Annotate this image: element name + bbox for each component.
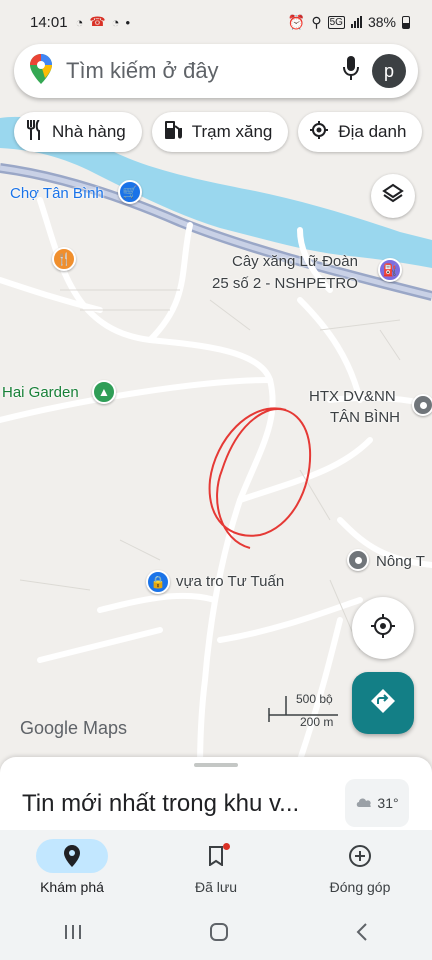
more-dot-icon: • [125,14,131,30]
battery-icon [402,15,410,29]
notification-dot [223,843,230,850]
missed-call-icon: ☎ [89,14,106,29]
place-label-cay-xang-2[interactable]: 25 số 2 - NSHPETRO [212,275,358,292]
bookmark-icon [180,839,252,873]
weather-temp: 31° [377,795,399,811]
fuel-pin-icon[interactable]: ⛽ [378,258,402,282]
place-label-cay-xang-1[interactable]: Cây xăng Lữ Đoàn [232,253,358,270]
notification-icons: ◔ ☎ ◔ • [76,14,130,30]
place-label-hai-garden[interactable]: Hai Garden [2,384,79,401]
scale-metric: 200 m [300,715,334,729]
nav-label-contribute: Đóng góp [329,879,391,895]
battery-text: 38% [367,14,396,30]
recent-apps-icon[interactable] [63,923,83,946]
bottom-navigation: Khám phá Đã lưu Đóng góp [0,830,432,908]
place-label-cho-tan-binh[interactable]: Chợ Tân Bình [10,185,104,202]
grey-place-pin-icon[interactable] [412,394,432,416]
sheet-title[interactable]: Tin mới nhất trong khu v... [22,790,338,818]
explore-pin-icon [36,839,108,873]
chip-label-landmarks: Địa danh [338,122,407,141]
place-label-vua-tro[interactable]: vựa tro Tư Tuấn [176,573,284,590]
back-icon[interactable] [355,922,369,947]
nav-label-saved: Đã lưu [194,879,238,895]
maps-pin-logo-icon [30,53,52,89]
market-pin-icon[interactable]: 🛒 [118,180,142,204]
map-scale: 500 bộ 200 m [268,690,338,730]
restaurant-icon [26,118,42,145]
place-label-nong-t[interactable]: Nông T [376,553,425,570]
shop-pin-icon[interactable]: 🔒 [146,570,170,594]
place-label-htx-2[interactable]: TÂN BÌNH [330,409,400,426]
chip-label-restaurants: Nhà hàng [52,122,126,141]
chip-label-gas: Trạm xăng [191,122,273,141]
park-pin-icon[interactable]: ▲ [92,380,116,404]
alarm-icon: ⏰ [287,13,306,30]
nav-saved[interactable]: Đã lưu [144,830,288,908]
microphone-icon[interactable] [342,55,360,87]
messenger-icon: ◔ [75,14,84,30]
signal-icon [350,16,362,28]
category-chips: Nhà hàng Trạm xăng Địa danh [14,112,423,152]
crosshair-icon [370,613,396,644]
home-icon[interactable] [209,922,229,947]
chip-restaurants[interactable]: Nhà hàng [14,112,142,152]
add-circle-icon [324,839,396,873]
status-right: ⏰ ⚲ 5G 38% [288,14,410,31]
nav-explore[interactable]: Khám phá [0,830,144,908]
sheet-drag-handle[interactable] [194,763,238,767]
chip-gas-stations[interactable]: Trạm xăng [151,112,289,152]
chip-landmarks[interactable]: Địa danh [298,112,423,152]
scale-imperial: 500 bộ [296,692,333,706]
google-maps-logo: Google Maps [20,718,128,738]
gas-station-icon [164,120,182,145]
place-label-htx-1[interactable]: HTX DV&NN [309,388,396,405]
my-location-button[interactable] [352,597,414,659]
directions-icon [370,688,396,719]
nav-contribute[interactable]: Đóng góp [288,830,432,908]
weather-chip[interactable]: 31° [345,779,409,827]
bottom-sheet[interactable]: Tin mới nhất trong khu v... 31° [0,757,432,835]
grey-place-pin-icon-2[interactable] [347,549,369,571]
search-input[interactable]: Tìm kiếm ở đây [66,58,342,84]
search-bar[interactable]: Tìm kiếm ở đây p [14,44,418,98]
status-time: 14:01 [30,13,68,31]
status-bar: 14:01 ◔ ☎ ◔ • ⏰ ⚲ 5G 38% [0,0,432,44]
system-navigation [0,908,432,960]
nav-label-explore: Khám phá [40,879,104,895]
restaurant-pin-icon[interactable]: 🍴 [52,247,76,271]
layers-button[interactable] [371,174,415,218]
layers-icon [382,183,404,210]
messenger-icon-2: ◔ [111,14,120,30]
location-icon: ⚲ [311,13,322,30]
directions-button[interactable] [352,672,414,734]
cloud-icon [355,795,373,811]
network-badge: 5G [327,15,345,29]
landmark-icon [310,120,329,144]
avatar[interactable]: p [372,54,406,88]
